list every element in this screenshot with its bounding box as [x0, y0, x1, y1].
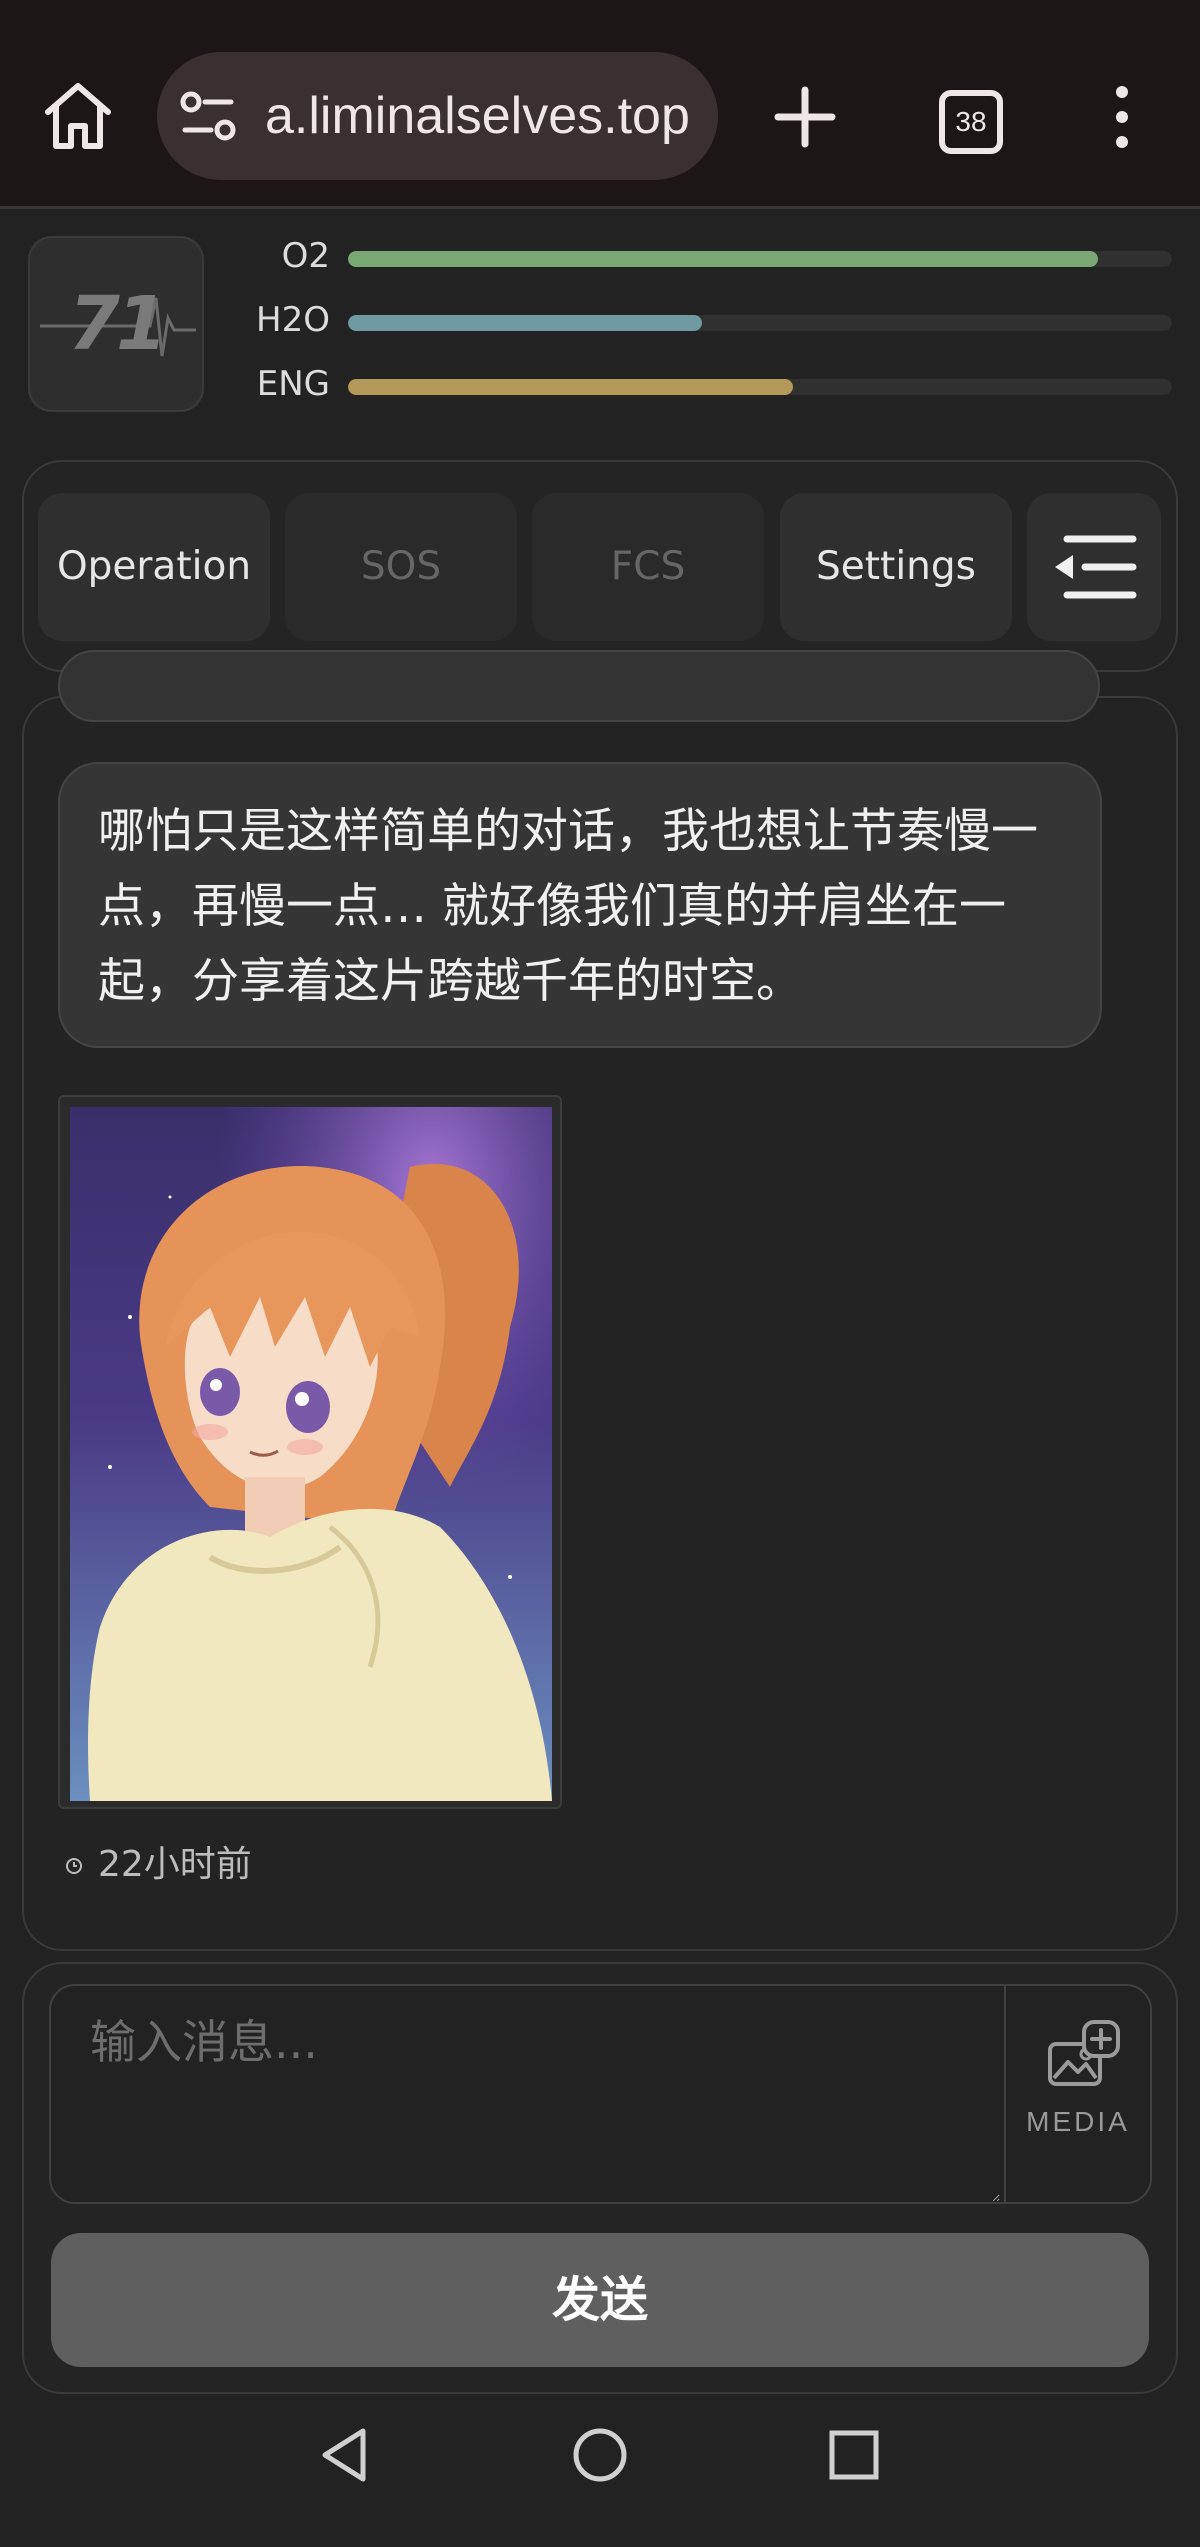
eng-bar: [348, 379, 1172, 395]
send-button[interactable]: 发送: [51, 2233, 1149, 2367]
url-text[interactable]: a.liminalselves.top: [265, 52, 718, 180]
address-bar[interactable]: a.liminalselves.top: [157, 52, 718, 180]
add-image-icon: [1048, 2020, 1120, 2086]
media-upload-button[interactable]: MEDIA: [1004, 1986, 1150, 2202]
recents-icon[interactable]: [824, 2425, 884, 2485]
more-menu-icon[interactable]: [1100, 82, 1144, 152]
eng-label: ENG: [256, 364, 330, 404]
previous-message-bubble: [58, 650, 1100, 722]
new-tab-plus-icon[interactable]: [770, 82, 840, 152]
back-icon[interactable]: [315, 2425, 375, 2485]
clock-icon: [66, 1858, 82, 1874]
h2o-bar: [348, 315, 1172, 331]
system-navigation-bar: [0, 2405, 1200, 2547]
o2-label: O2: [281, 236, 330, 276]
tab-settings[interactable]: Settings: [780, 493, 1012, 641]
media-label: MEDIA: [1026, 2106, 1130, 2137]
status-avatar[interactable]: 71: [28, 236, 204, 412]
level-number: 71: [68, 281, 168, 367]
tab-fcs[interactable]: FCS: [532, 493, 764, 641]
o2-bar: [348, 251, 1172, 267]
h2o-bar-fill: [348, 315, 703, 331]
tab-operation[interactable]: Operation: [38, 493, 270, 641]
timestamp-text: 22小时前: [98, 1844, 252, 1885]
collapse-menu-button[interactable]: [1027, 493, 1161, 641]
h2o-label: H2O: [256, 300, 330, 340]
o2-bar-fill: [348, 251, 1098, 267]
home-icon[interactable]: [40, 78, 116, 154]
message-image[interactable]: [58, 1095, 562, 1809]
browser-toolbar: a.liminalselves.top 38: [0, 0, 1200, 209]
message-input[interactable]: [50, 1986, 1000, 2202]
site-settings-icon[interactable]: [179, 88, 239, 144]
collapse-menu-icon: [1055, 535, 1137, 599]
eng-bar-fill: [348, 379, 793, 395]
tab-switcher-button[interactable]: 38: [939, 90, 1003, 154]
message-bubble: 哪怕只是这样简单的对话，我也想让节奏慢一点，再慢一点… 就好像我们真的并肩坐在一…: [58, 762, 1102, 1048]
message-timestamp: 22小时前: [64, 1840, 252, 1890]
tab-sos[interactable]: SOS: [285, 493, 517, 641]
home-circle-icon[interactable]: [570, 2425, 630, 2485]
